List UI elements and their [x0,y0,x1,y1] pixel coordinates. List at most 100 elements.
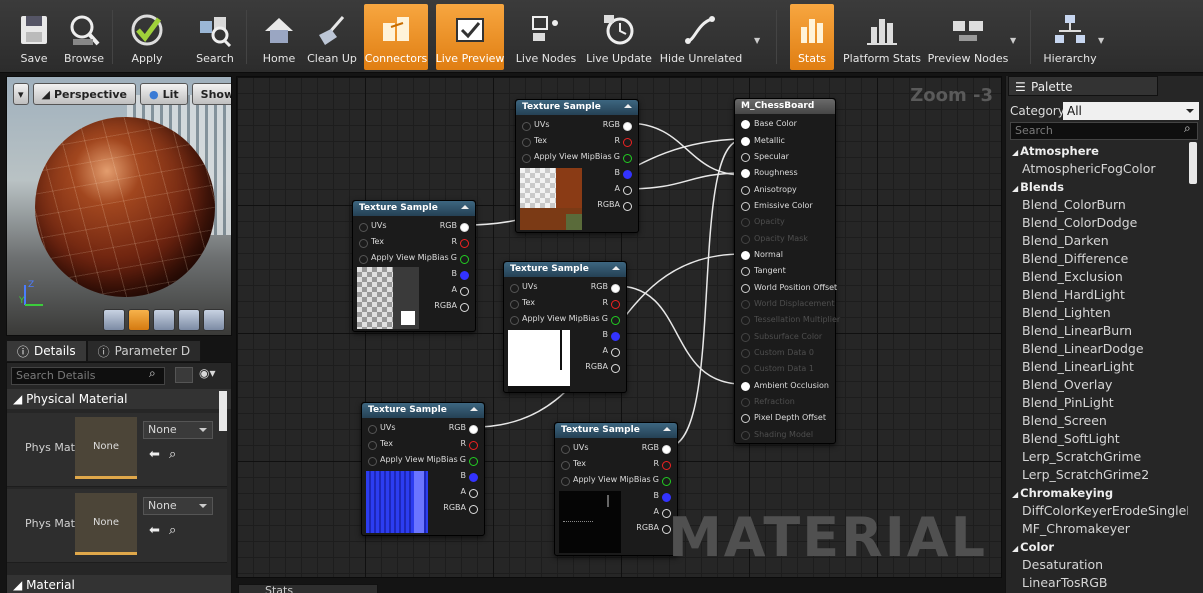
phys-mat-thumbnail[interactable]: None [75,417,137,479]
tab-palette[interactable]: ☰ Palette [1008,76,1158,96]
apply-button[interactable]: Apply [124,4,170,70]
eye-icon[interactable]: ◉▾ [199,366,216,380]
palette-item[interactable]: Blend_LinearLight [1008,358,1188,376]
texture-sample-node[interactable]: Texture Sample UVs Tex Apply View MipBia… [352,200,476,332]
pin-uvs[interactable]: UVs [359,220,387,232]
clean-up-button[interactable]: Clean Up [306,4,358,70]
pin-g[interactable]: G [602,313,621,325]
pin-g[interactable]: G [653,474,672,486]
pin-roughness[interactable]: Roughness [741,167,798,179]
pin-rgba[interactable]: RGBA [597,199,632,211]
palette-item[interactable]: DiffColorKeyerErodeSinglePa [1008,502,1188,520]
pin-anisotropy[interactable]: Anisotropy [741,184,797,196]
material-result-node[interactable]: M_ChessBoard Base Color Metallic Specula… [734,98,840,444]
browse-search-icon[interactable]: ⌕ [169,523,176,538]
pin-apply-view-mipbias[interactable]: Apply View MipBias [522,151,612,163]
pin-emissive-color[interactable]: Emissive Color [741,200,813,212]
search-details-input[interactable]: Search Details [11,367,165,385]
pin-b[interactable]: B [654,490,672,502]
sphere-shape-button[interactable] [128,309,150,331]
mesh-shape-button[interactable] [203,309,225,331]
palette-item[interactable]: Lerp_ScratchGrime2 [1008,466,1188,484]
browse-button[interactable]: Browse [62,4,106,70]
pin-tangent[interactable]: Tangent [741,265,786,277]
pin-a[interactable]: A [615,183,633,195]
save-button[interactable]: Save [8,4,60,70]
palette-item[interactable]: Blend_Darken [1008,232,1188,250]
pin-a[interactable]: A [461,486,479,498]
pin-b[interactable]: B [603,329,621,341]
preview-nodes-dropdown-icon[interactable]: ▼ [1010,36,1016,45]
material-graph[interactable]: Texture Sample UVs Tex Apply View MipBia… [236,76,1002,578]
search-button[interactable]: Search [190,4,240,70]
phys-mat-combo[interactable]: None [143,421,213,439]
live-update-button[interactable]: Live Update [584,4,654,70]
pin-rgb[interactable]: RGB [591,281,621,293]
palette-item[interactable]: Blend_HardLight [1008,286,1188,304]
pin-tex[interactable]: Tex [510,297,535,309]
palette-scrollbar[interactable] [1189,142,1197,184]
platform-stats-button[interactable]: Platform Stats [842,4,922,70]
pin-uvs[interactable]: UVs [522,119,550,131]
palette-search-input[interactable]: Search [1010,122,1198,140]
palette-item[interactable]: AtmosphericFogColor [1008,160,1188,178]
hide-unrelated-button[interactable]: Hide Unrelated [660,4,742,70]
pin-r[interactable]: R [451,236,469,248]
show-button[interactable]: Show [191,83,231,105]
palette-item[interactable]: MF_Chromakeyer [1008,520,1188,538]
pin-apply-view-mipbias[interactable]: Apply View MipBias [359,252,449,264]
palette-item[interactable]: Blend_Overlay [1008,376,1188,394]
pin-apply-view-mipbias[interactable]: Apply View MipBias [561,474,651,486]
texture-sample-node[interactable]: Texture Sample UVs Tex Apply View MipBia… [515,99,639,233]
palette-item[interactable]: Blend_ColorDodge [1008,214,1188,232]
pin-b[interactable]: B [461,470,479,482]
pin-g[interactable]: G [614,151,633,163]
pin-a[interactable]: A [452,284,470,296]
perspective-button[interactable]: ◢ Perspective [32,83,137,105]
palette-item[interactable]: Blend_Difference [1008,250,1188,268]
pin-uvs[interactable]: UVs [561,442,589,454]
pin-metallic[interactable]: Metallic [741,135,785,147]
live-preview-button[interactable]: Live Preview [436,4,504,70]
palette-category[interactable]: ◢ Color [1008,538,1188,556]
palette-category[interactable]: ◢ Chromakeying [1008,484,1188,502]
hide-unrelated-dropdown-icon[interactable]: ▼ [754,36,760,45]
palette-item[interactable]: Desaturation [1008,556,1188,574]
pin-rgba[interactable]: RGBA [636,522,671,534]
pin-r[interactable]: R [653,458,671,470]
pin-apply-view-mipbias[interactable]: Apply View MipBias [368,454,458,466]
category-material[interactable]: ◢ Material [7,575,231,593]
pin-a[interactable]: A [603,345,621,357]
pin-rgb[interactable]: RGB [642,442,672,454]
hierarchy-dropdown-icon[interactable]: ▼ [1098,36,1104,45]
palette-item[interactable]: Blend_PinLight [1008,394,1188,412]
pin-rgb[interactable]: RGB [449,422,479,434]
pin-b[interactable]: B [615,167,633,179]
use-selected-arrow-icon[interactable]: ⬅ [149,523,160,538]
pin-world-position-offset[interactable]: World Position Offset [741,282,837,294]
pin-apply-view-mipbias[interactable]: Apply View MipBias [510,313,600,325]
pin-ambient-occlusion[interactable]: Ambient Occlusion [741,380,829,392]
tab-details[interactable]: ⓘ Details [6,340,87,362]
lit-button[interactable]: ● Lit [140,83,188,105]
plane-shape-button[interactable] [153,309,175,331]
browse-search-icon[interactable]: ⌕ [169,447,176,462]
connectors-button[interactable]: Connectors [364,4,428,70]
texture-sample-node[interactable]: Texture Sample UVs Tex Apply View MipBia… [361,402,485,536]
cube-shape-button[interactable] [178,309,200,331]
home-button[interactable]: Home [258,4,300,70]
pin-rgba[interactable]: RGBA [585,361,620,373]
phys-mat-thumbnail[interactable]: None [75,493,137,555]
palette-item[interactable]: Blend_Lighten [1008,304,1188,322]
pin-tex[interactable]: Tex [359,236,384,248]
palette-item[interactable]: Blend_SoftLight [1008,430,1188,448]
pin-rgba[interactable]: RGBA [434,300,469,312]
pin-uvs[interactable]: UVs [368,422,396,434]
palette-category[interactable]: ◢ Blends [1008,178,1188,196]
use-selected-arrow-icon[interactable]: ⬅ [149,447,160,462]
phys-mat-combo[interactable]: None [143,497,213,515]
palette-item[interactable]: Blend_Screen [1008,412,1188,430]
pin-tex[interactable]: Tex [561,458,586,470]
pin-b[interactable]: B [452,268,470,280]
pin-rgb[interactable]: RGB [603,119,633,131]
